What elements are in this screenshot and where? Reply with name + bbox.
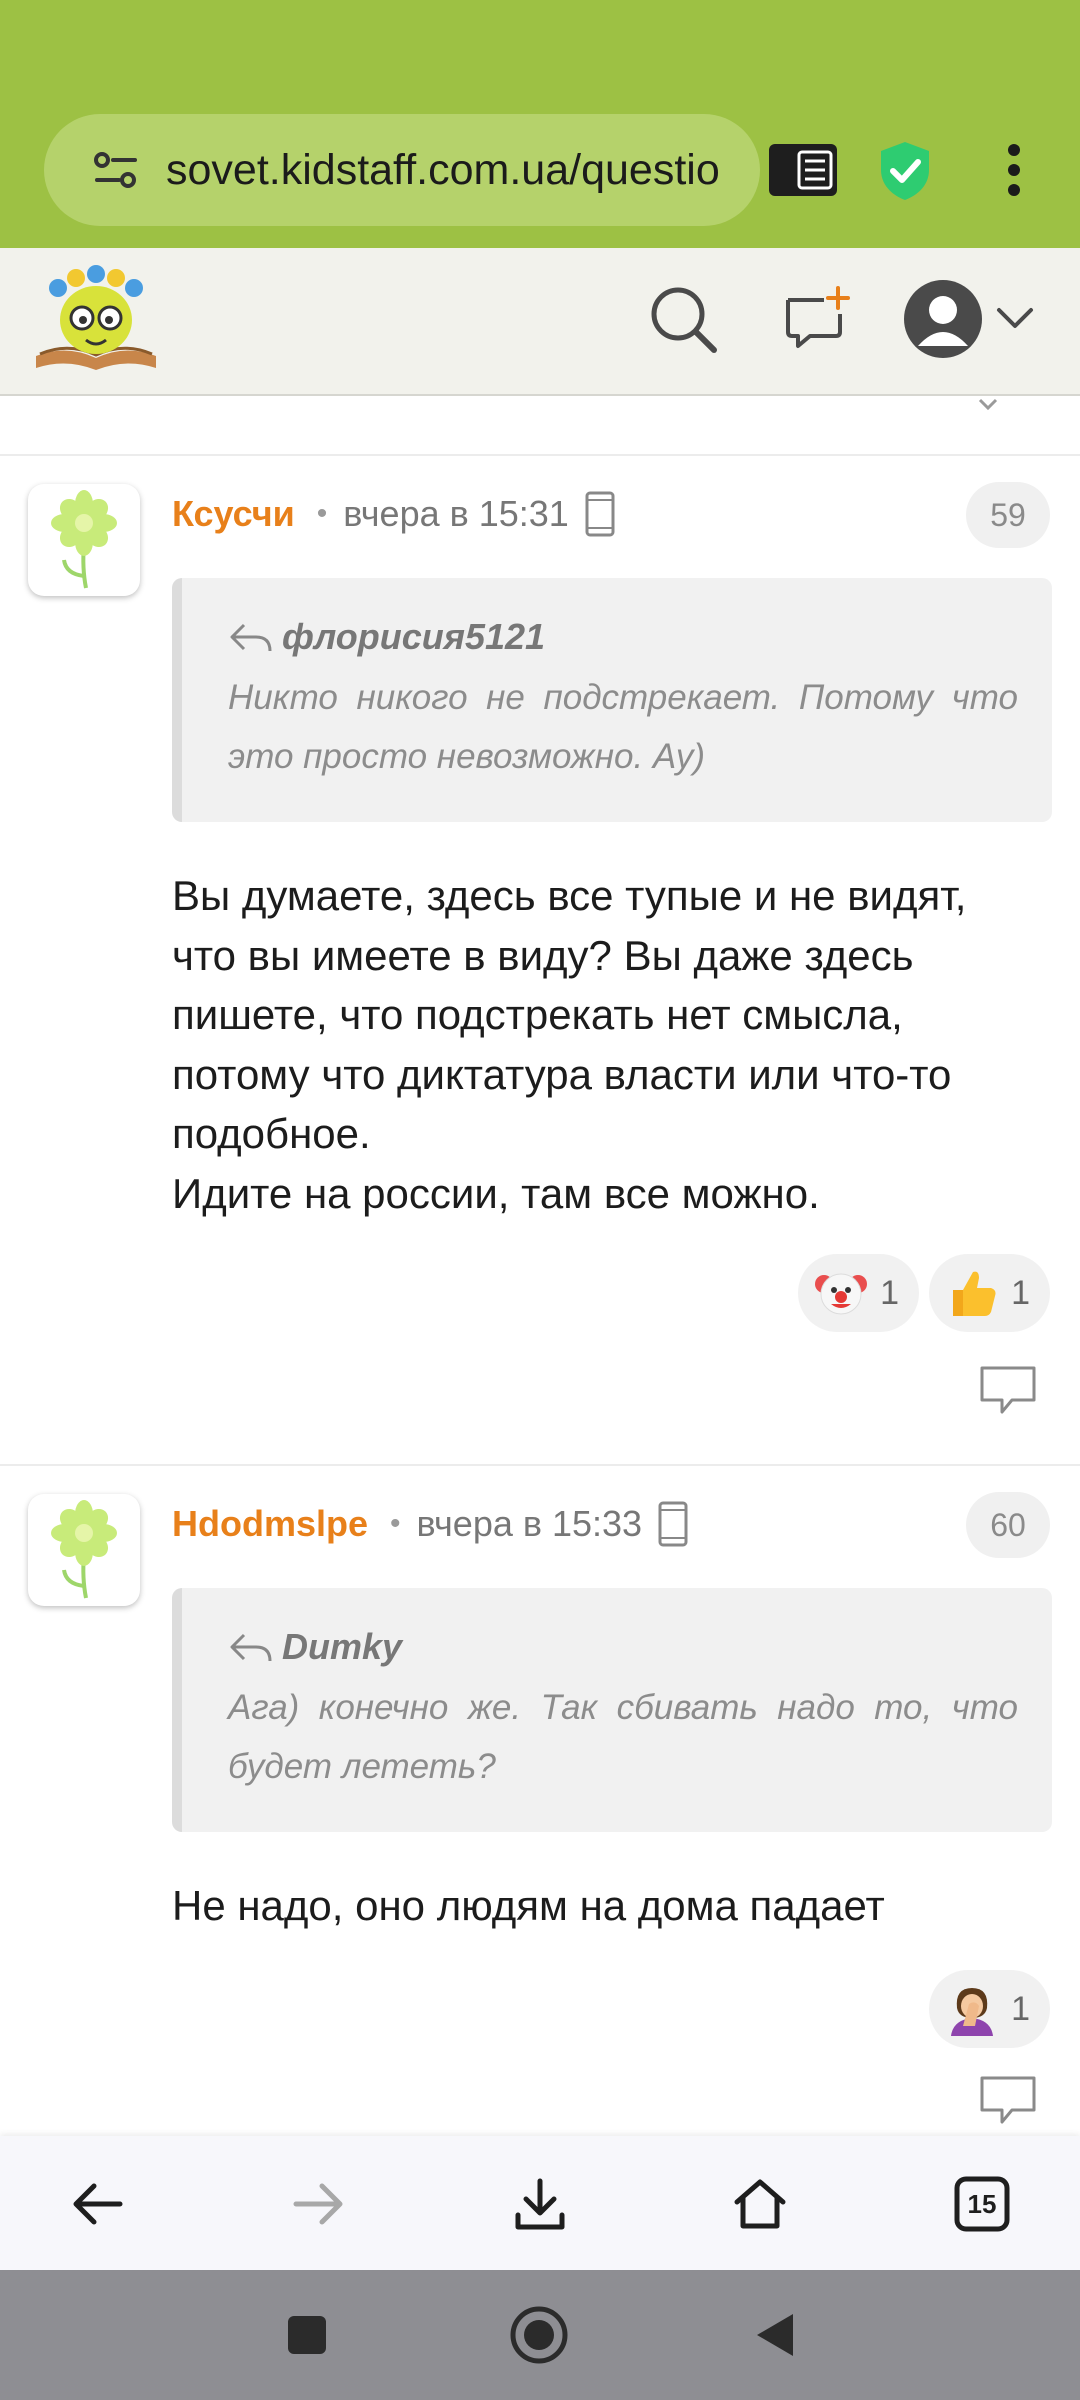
reader-mode-icon[interactable] [766, 140, 840, 200]
post-body-line: пишете, что подстрекать нет смысла, [172, 991, 903, 1038]
quote-author[interactable]: Dumky [228, 1622, 1018, 1672]
user-avatar[interactable] [900, 276, 986, 362]
post-body-line: Не надо, оно людям на дома падает [172, 1882, 885, 1929]
search-icon[interactable] [644, 280, 724, 360]
mobile-device-icon [585, 491, 615, 537]
post-body-line: Идите на россии, там все можно. [172, 1169, 820, 1217]
chevron-down-icon[interactable] [976, 398, 1000, 412]
quote-text: Ага) конечно же. Так сбивать надо то, чт… [228, 1688, 1018, 1786]
quote-author-name: Dumky [282, 1626, 403, 1667]
post-number-badge[interactable]: 60 [966, 1492, 1050, 1558]
reaction-count: 1 [880, 1273, 900, 1312]
back-arrow-icon[interactable] [60, 2166, 136, 2242]
clown-emoji-icon [814, 1266, 868, 1320]
reply-icon[interactable] [976, 2072, 1040, 2128]
separator-dot: • [316, 497, 328, 530]
system-navigation-bar [0, 2270, 1080, 2400]
reactions-bar: 1 1 [798, 1254, 1050, 1332]
quote-block: флорисия5121 Никто никого не подстрекает… [172, 578, 1052, 822]
quote-author[interactable]: флорисия5121 [228, 612, 1018, 662]
tab-count: 15 [967, 2188, 997, 2219]
comment-post: Ксусчи • вчера в 15:31 59 флорисия5121 Н… [0, 456, 1080, 1464]
author-name[interactable]: Ксусчи [172, 493, 295, 535]
browser-bottom-toolbar: 15 [0, 2136, 1080, 2270]
url-text[interactable]: sovet.kidstaff.com.ua/questio [166, 146, 746, 195]
address-bar[interactable]: sovet.kidstaff.com.ua/questio [44, 114, 760, 226]
site-logo[interactable] [32, 262, 160, 374]
quote-text: Никто никого не подстрекает. Потому что … [228, 678, 1018, 776]
post-body: Не надо, оно людям на дома падает [172, 1876, 1042, 1936]
post-meta: Hdodmslpe • вчера в 15:33 [172, 1494, 688, 1554]
forward-arrow-icon[interactable] [280, 2166, 356, 2242]
quote-block: Dumky Ага) конечно же. Так сбивать надо … [172, 1588, 1052, 1832]
post-body: Вы думаете, здесь все тупые и не видят, … [172, 866, 1042, 1223]
thumbs-up-emoji-icon [945, 1266, 999, 1320]
recent-apps-icon[interactable] [272, 2300, 342, 2370]
post-body-line: Вы думаете, здесь все тупые и не видят, [172, 872, 967, 919]
post-time: вчера в 15:33 [416, 1503, 643, 1544]
home-icon[interactable] [722, 2166, 798, 2242]
back-nav-icon[interactable] [740, 2300, 810, 2370]
browser-toolbar: sovet.kidstaff.com.ua/questio [0, 0, 1080, 248]
post-body-line: что вы имеете в виду? Вы даже здесь [172, 931, 914, 979]
post-body-line: подобное. [172, 1110, 371, 1157]
comment-post: Hdodmslpe • вчера в 15:33 60 Dumky Ага) … [0, 1466, 1080, 2136]
reply-icon[interactable] [976, 1362, 1040, 1418]
shield-icon[interactable] [876, 138, 934, 204]
avatar[interactable] [28, 484, 140, 596]
chevron-down-icon[interactable] [990, 298, 1040, 338]
reaction-facepalm[interactable]: 1 [929, 1970, 1050, 2048]
more-options-icon[interactable] [994, 140, 1034, 200]
site-header [0, 248, 1080, 396]
reply-arrow-icon [230, 623, 272, 652]
previous-post-footer [0, 398, 1080, 456]
reaction-thumbs-up[interactable]: 1 [929, 1254, 1050, 1332]
post-body-line: потому что диктатура власти или что-то [172, 1050, 952, 1098]
post-number-badge[interactable]: 59 [966, 482, 1050, 548]
post-meta: Ксусчи • вчера в 15:31 [172, 484, 615, 544]
facepalm-emoji-icon [945, 1982, 999, 2036]
reaction-count: 1 [1011, 1989, 1030, 2028]
reply-arrow-icon [230, 1633, 272, 1662]
new-topic-icon[interactable] [776, 280, 856, 360]
site-settings-icon[interactable] [86, 140, 146, 200]
avatar[interactable] [28, 1494, 140, 1606]
reactions-bar: 1 [929, 1970, 1050, 2048]
quote-author-name: флорисия5121 [282, 616, 546, 657]
mobile-device-icon [658, 1501, 688, 1547]
separator-dot: • [390, 1507, 401, 1540]
post-time: вчера в 15:31 [343, 493, 569, 534]
reaction-count: 1 [1011, 1273, 1030, 1312]
author-name[interactable]: Hdodmslpe [172, 1503, 368, 1545]
tabs-button[interactable]: 15 [944, 2166, 1020, 2242]
reaction-clown[interactable]: 1 [798, 1254, 920, 1332]
home-nav-icon[interactable] [504, 2300, 574, 2370]
download-icon[interactable] [502, 2166, 578, 2242]
